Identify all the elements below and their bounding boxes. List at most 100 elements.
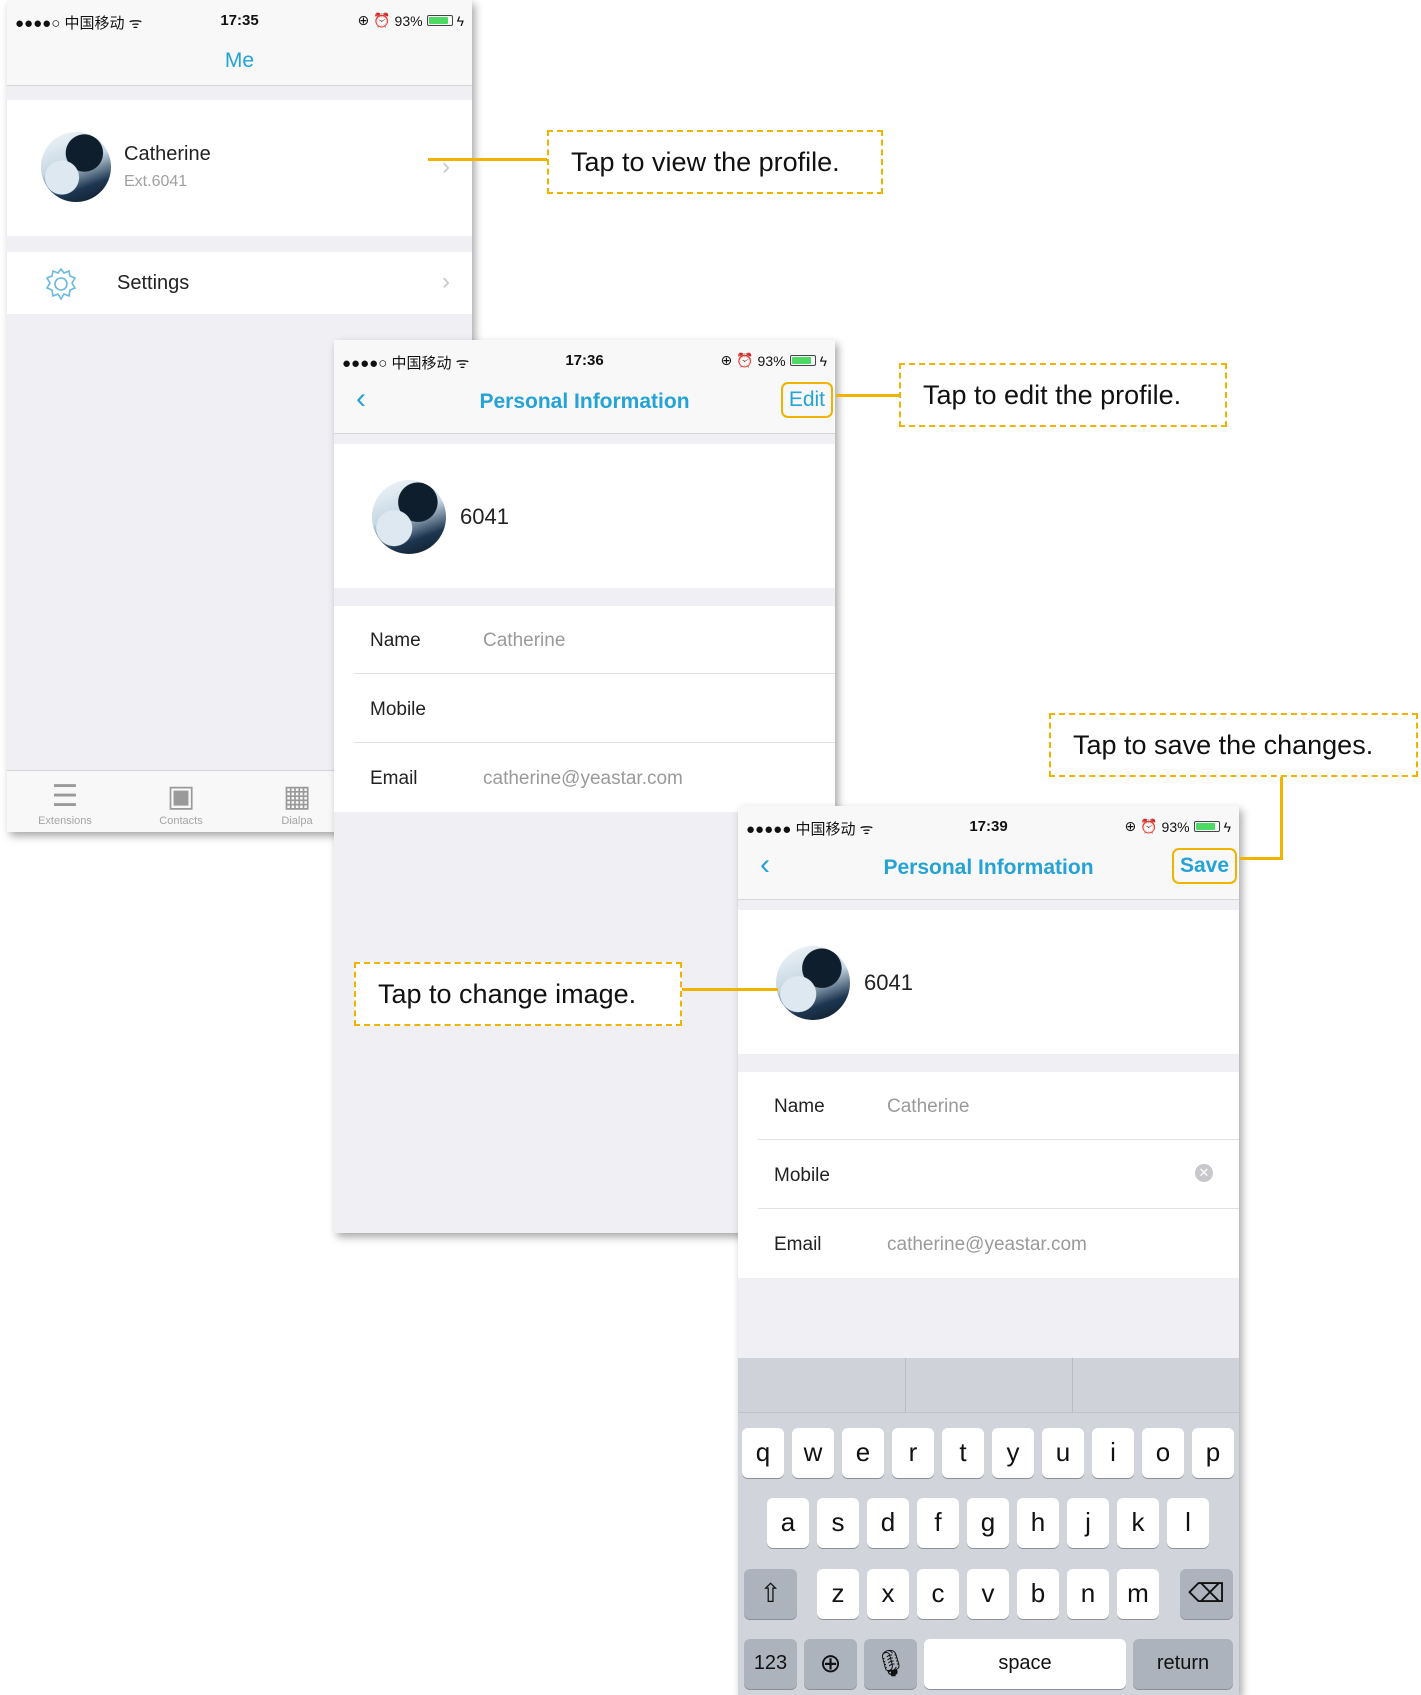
alarm-icon: ⊕ ⏰ [357,12,391,28]
key-w[interactable]: w [792,1428,834,1478]
key-y[interactable]: y [992,1428,1034,1478]
key-r[interactable]: r [892,1428,934,1478]
globe-icon[interactable]: ⊕ [804,1639,857,1689]
tab-contacts[interactable]: ▣ Contacts [126,779,236,827]
name-value: Catherine [483,630,566,651]
email-value: catherine@yeastar.com [483,768,683,789]
battery-icon [1193,821,1220,832]
nav-bar: Me [7,42,472,86]
name-label: Name [774,1096,825,1117]
mobile-row[interactable]: Mobile ✕ [758,1141,1239,1209]
info-fields: Name Catherine Mobile Email catherine@ye… [334,606,835,812]
name-row[interactable]: Name Catherine [758,1072,1239,1140]
status-right: ⊕ ⏰ 93% ϟ [720,352,827,369]
key-p[interactable]: p [1192,1428,1234,1478]
contacts-icon: ▣ [166,780,196,813]
name-input[interactable]: Catherine [887,1096,969,1118]
email-input[interactable]: catherine@yeastar.com [887,1234,1087,1256]
key-i[interactable]: i [1092,1428,1134,1478]
status-right: ⊕ ⏰ 93% ϟ [1124,818,1231,835]
callout-view-profile: Tap to view the profile. [547,130,883,194]
key-j[interactable]: j [1067,1498,1109,1548]
key-d[interactable]: d [867,1498,909,1548]
email-row[interactable]: Email catherine@yeastar.com [758,1210,1239,1278]
save-button[interactable]: Save [1171,848,1237,884]
key-h[interactable]: h [1017,1498,1059,1548]
tab-contacts-label: Contacts [159,815,203,827]
shift-key[interactable]: ⇧ [744,1569,797,1619]
battery-percent: 93% [757,352,786,369]
callout-edit-profile: Tap to edit the profile. [899,363,1227,427]
key-c[interactable]: c [917,1569,959,1619]
gear-icon [45,267,77,301]
extension-number: 6041 [864,970,913,995]
delete-key[interactable]: ⌫ [1180,1569,1233,1619]
settings-label: Settings [117,272,190,294]
key-k[interactable]: k [1117,1498,1159,1548]
connector-line [1280,777,1283,859]
key-n[interactable]: n [1067,1569,1109,1619]
avatar [41,132,111,202]
keyboard: qwertyuiop asdfghjkl zxcvbnm ⇧ ⌫ 123 ⊕ 🎙… [738,1358,1239,1695]
callout-change-image: Tap to change image. [354,962,682,1026]
key-b[interactable]: b [1017,1569,1059,1619]
page-title: Personal Information [883,856,1094,879]
list-icon: ☰ [51,780,79,813]
battery-icon [426,15,453,26]
key-t[interactable]: t [942,1428,984,1478]
return-key[interactable]: return [1133,1639,1233,1689]
key-l[interactable]: l [1167,1498,1209,1548]
name-row: Name Catherine [354,606,835,674]
key-o[interactable]: o [1142,1428,1184,1478]
space-key[interactable]: space [924,1639,1126,1689]
avatar-section: 6041 [334,444,835,588]
profile-row[interactable]: Catherine Ext.6041 › [7,100,472,236]
tab-dialpad-label: Dialpa [281,815,313,827]
key-m[interactable]: m [1117,1569,1159,1619]
edit-button[interactable]: Edit [780,382,833,418]
key-e[interactable]: e [842,1428,884,1478]
charging-icon: ϟ [819,352,827,369]
extension-number: 6041 [460,504,509,529]
key-s[interactable]: s [817,1498,859,1548]
status-bar: ●●●●○ 中国移动 ᯤ 17:35 ⊕ ⏰ 93% ϟ [7,0,472,42]
avatar-change-image[interactable] [776,946,850,1020]
key-a[interactable]: a [767,1498,809,1548]
key-g[interactable]: g [967,1498,1009,1548]
battery-percent: 93% [1161,818,1190,835]
connector-line [428,158,548,161]
clear-icon[interactable]: ✕ [1195,1164,1213,1182]
settings-row[interactable]: Settings › [7,252,472,314]
email-label: Email [774,1234,822,1255]
suggestion-bar [738,1358,1239,1413]
key-z[interactable]: z [817,1569,859,1619]
mobile-label: Mobile [370,699,426,720]
microphone-icon[interactable]: 🎙 [864,1639,917,1689]
avatar-section: 6041 [738,910,1239,1054]
alarm-icon: ⊕ ⏰ [720,352,754,368]
email-row: Email catherine@yeastar.com [354,744,835,812]
page-title: Me [224,49,255,72]
charging-icon: ϟ [1223,818,1231,835]
key-v[interactable]: v [967,1569,1009,1619]
key-f[interactable]: f [917,1498,959,1548]
avatar [372,480,446,554]
profile-name: Catherine [124,143,211,165]
info-fields: Name Catherine Mobile ✕ Email catherine@… [738,1072,1239,1278]
page-title: Personal Information [479,390,690,413]
charging-icon: ϟ [456,12,464,29]
mobile-row: Mobile [354,675,835,743]
key-x[interactable]: x [867,1569,909,1619]
status-right: ⊕ ⏰ 93% ϟ [357,12,464,29]
chevron-right-icon: › [442,268,450,295]
numbers-key[interactable]: 123 [744,1639,797,1689]
mobile-label: Mobile [774,1165,830,1186]
key-u[interactable]: u [1042,1428,1084,1478]
battery-percent: 93% [394,12,423,29]
nav-bar: ‹ Personal Information Save [738,838,1239,900]
tab-extensions[interactable]: ☰ Extensions [10,779,120,827]
key-q[interactable]: q [742,1428,784,1478]
connector-line [836,394,900,397]
callout-save-changes: Tap to save the changes. [1049,713,1418,777]
connector-line [682,988,778,991]
